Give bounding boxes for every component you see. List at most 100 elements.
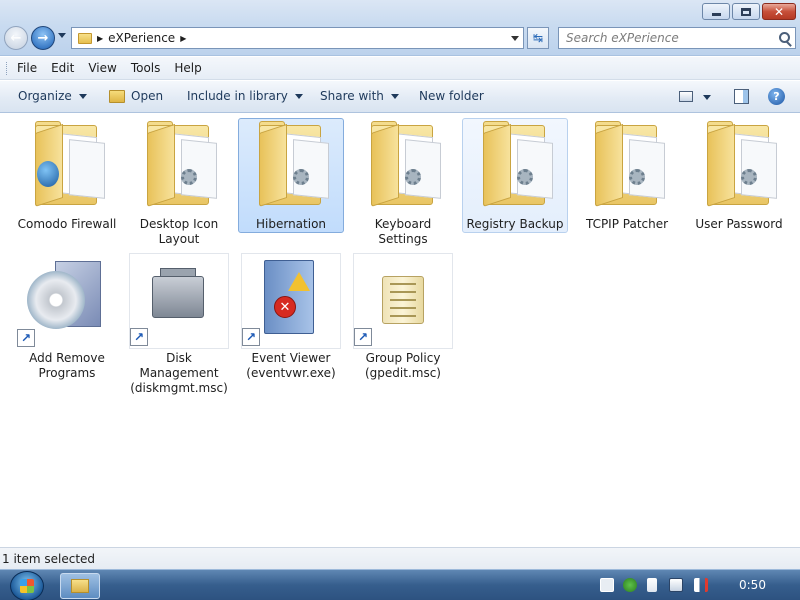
folder-item-hover[interactable]: Registry Backup	[462, 118, 568, 233]
item-label: Registry Backup	[466, 217, 564, 231]
item-label: Comodo Firewall	[17, 217, 117, 231]
item-label: Add Remove Programs	[29, 351, 105, 380]
group-policy-icon: ↗	[353, 253, 453, 349]
command-bar: Organize Open Include in library Share w…	[0, 81, 800, 113]
menu-grip	[6, 61, 9, 75]
preview-pane-icon[interactable]	[734, 89, 749, 104]
chevron-right-icon[interactable]: ▶	[180, 34, 186, 43]
change-view-icon[interactable]	[679, 91, 693, 102]
globe-icon	[37, 161, 59, 187]
status-text: 1 item selected	[2, 551, 96, 566]
search-input[interactable]	[566, 31, 771, 45]
chevron-down-icon	[294, 93, 303, 99]
address-dropdown-icon[interactable]	[511, 36, 519, 41]
chevron-down-icon	[390, 93, 399, 99]
action-center-flag-icon[interactable]	[647, 578, 657, 592]
refresh-icon: ↹	[532, 31, 544, 45]
view-options-dropdown-icon[interactable]	[703, 95, 711, 100]
menu-help[interactable]: Help	[174, 61, 201, 75]
file-list[interactable]: Comodo Firewall Desktop Icon Layout Hibe…	[0, 114, 800, 546]
folder-item[interactable]: User Password	[686, 118, 792, 233]
open-folder-icon	[109, 89, 125, 103]
chevron-right-icon[interactable]: ▶	[97, 34, 103, 43]
folder-icon	[17, 119, 117, 215]
organize-label: Organize	[18, 89, 72, 103]
folder-item[interactable]: Desktop Icon Layout	[126, 118, 232, 248]
folder-icon	[241, 119, 341, 215]
clock[interactable]: 0:50	[739, 578, 766, 592]
folder-item-selected[interactable]: Hibernation	[238, 118, 344, 233]
item-label: Desktop Icon Layout	[139, 217, 219, 246]
back-button[interactable]: ←	[4, 26, 28, 50]
warning-icon	[288, 272, 310, 291]
tray-document-icon[interactable]	[600, 578, 614, 592]
network-icon[interactable]	[669, 578, 683, 592]
folder-icon	[353, 119, 453, 215]
scroll-icon	[382, 276, 424, 324]
shortcut-arrow-icon: ↗	[17, 329, 35, 347]
share-with-button[interactable]: Share with	[320, 89, 399, 103]
open-label: Open	[131, 89, 164, 103]
maximize-icon	[741, 7, 751, 16]
item-label: User Password	[695, 217, 783, 231]
minimize-icon	[711, 12, 721, 16]
item-label: Event Viewer (eventvwr.exe)	[246, 351, 336, 380]
item-label: Keyboard Settings	[374, 217, 432, 246]
close-button[interactable]: ✕	[762, 3, 796, 20]
shortcut-item[interactable]: ↗ Add Remove Programs	[14, 252, 120, 382]
folder-icon	[78, 32, 92, 44]
cd-icon	[27, 271, 85, 329]
taskbar-explorer-button[interactable]	[60, 573, 100, 599]
item-label: Hibernation	[255, 217, 327, 231]
event-viewer-icon: ✕ ↗	[241, 253, 341, 349]
windows-logo-icon	[20, 579, 34, 593]
volume-muted-icon[interactable]	[694, 578, 708, 592]
folder-icon	[577, 119, 677, 215]
address-bar[interactable]: ▶ eXPerience ▶	[71, 27, 524, 49]
folder-item[interactable]: Keyboard Settings	[350, 118, 456, 248]
back-arrow-icon: ←	[10, 30, 22, 46]
shortcut-item[interactable]: ↗ Group Policy (gpedit.msc)	[350, 252, 456, 382]
help-icon[interactable]: ?	[768, 88, 785, 105]
taskbar: 0:50	[0, 569, 800, 600]
folder-icon	[689, 119, 789, 215]
shortcut-item[interactable]: ↗ Disk Management (diskmgmt.msc)	[126, 252, 232, 397]
status-bar: 1 item selected	[0, 547, 800, 569]
new-folder-label: New folder	[419, 89, 484, 103]
folder-item[interactable]: Comodo Firewall	[14, 118, 120, 233]
breadcrumb-experience[interactable]: eXPerience	[108, 31, 175, 45]
menu-tools[interactable]: Tools	[131, 61, 161, 75]
include-in-library-label: Include in library	[187, 89, 288, 103]
include-in-library-button[interactable]: Include in library	[187, 89, 303, 103]
menu-file[interactable]: File	[17, 61, 37, 75]
close-icon: ✕	[773, 4, 785, 19]
folder-icon	[129, 119, 229, 215]
minimize-button[interactable]	[702, 3, 730, 20]
forward-arrow-icon: →	[37, 30, 49, 46]
new-folder-button[interactable]: New folder	[419, 89, 484, 103]
menu-edit[interactable]: Edit	[51, 61, 74, 75]
add-remove-programs-icon: ↗	[17, 253, 117, 349]
item-label: TCPIP Patcher	[585, 217, 669, 231]
shortcut-item[interactable]: ✕ ↗ Event Viewer (eventvwr.exe)	[238, 252, 344, 382]
recent-pages-dropdown-icon[interactable]	[58, 33, 66, 38]
search-icon[interactable]	[779, 32, 790, 43]
folder-item[interactable]: TCPIP Patcher	[574, 118, 680, 233]
forward-button[interactable]: →	[31, 26, 55, 50]
shortcut-arrow-icon: ↗	[354, 328, 372, 346]
share-with-label: Share with	[320, 89, 384, 103]
menu-bar: File Edit View Tools Help	[0, 57, 800, 80]
item-label: Group Policy (gpedit.msc)	[365, 351, 441, 380]
title-bar: ✕ ← → ▶ eXPerience ▶ ↹	[0, 0, 800, 56]
search-box[interactable]	[558, 27, 796, 49]
maximize-button[interactable]	[732, 3, 760, 20]
refresh-button[interactable]: ↹	[527, 27, 549, 49]
shortcut-arrow-icon: ↗	[242, 328, 260, 346]
open-button[interactable]: Open	[109, 89, 163, 103]
shortcut-arrow-icon: ↗	[130, 328, 148, 346]
organize-button[interactable]: Organize	[18, 89, 87, 103]
error-icon: ✕	[274, 296, 296, 318]
menu-view[interactable]: View	[88, 61, 116, 75]
tray-security-icon[interactable]	[623, 578, 637, 592]
start-button[interactable]	[10, 571, 44, 600]
